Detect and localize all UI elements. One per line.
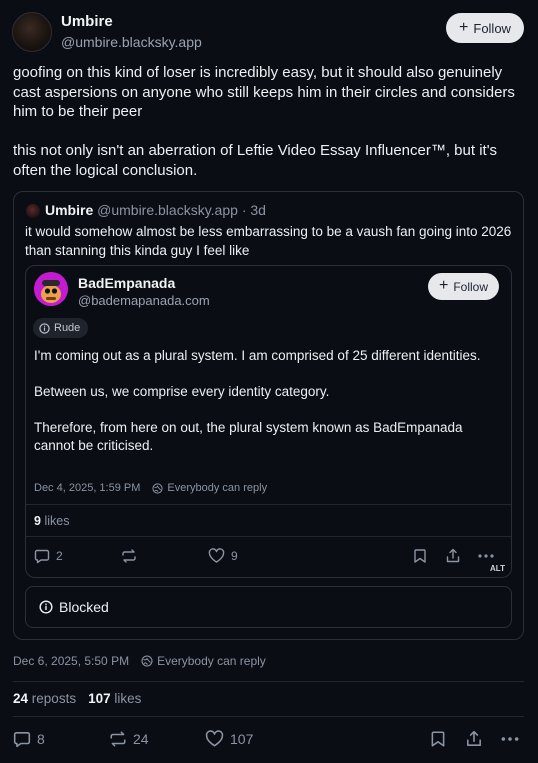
- reply-button[interactable]: 8: [13, 730, 45, 748]
- more-icon: [478, 554, 494, 558]
- reply-count: 8: [37, 731, 45, 747]
- embedded-like-count: 9: [231, 549, 238, 563]
- embedded-follow-label: Follow: [453, 279, 489, 294]
- divider: [26, 536, 511, 537]
- blocked-label: Blocked: [59, 599, 109, 615]
- quote-text: it would somehow almost be less embarras…: [25, 224, 516, 258]
- repost-button[interactable]: 24: [109, 730, 149, 748]
- embedded-more-button[interactable]: [477, 548, 495, 564]
- more-options-button[interactable]: [500, 730, 520, 748]
- plus-icon: +: [438, 277, 449, 294]
- likes-number: 107: [88, 691, 111, 706]
- bookmark-icon: [414, 549, 426, 563]
- more-icon: [501, 737, 519, 741]
- embedded-like-button[interactable]: 9: [208, 548, 238, 564]
- embedded-follow-button[interactable]: + Follow: [428, 273, 499, 300]
- divider: [26, 504, 511, 505]
- post-date: Dec 6, 2025, 5:50 PM: [13, 654, 130, 668]
- embedded-likes-count[interactable]: 9 likes: [34, 514, 69, 528]
- post-reply-setting[interactable]: Everybody can reply: [157, 654, 266, 668]
- embedded-post-text: I'm coming out as a plural system. I am …: [34, 348, 481, 453]
- embedded-share-button[interactable]: [445, 548, 461, 564]
- follow-button-label: Follow: [473, 20, 511, 36]
- bookmark-icon: [431, 731, 445, 747]
- quote-author-avatar: [26, 204, 40, 218]
- quote-author-handle: @umbire.blacksky.app: [97, 202, 238, 218]
- plus-icon: +: [459, 18, 469, 36]
- post-text: goofing on this kind of loser is incredi…: [13, 64, 515, 179]
- embedded-likes-label: likes: [44, 514, 70, 528]
- embedded-author-avatar[interactable]: [34, 272, 68, 306]
- embedded-author-name[interactable]: BadEmpanada: [78, 275, 175, 291]
- globe-icon: [141, 655, 153, 667]
- embedded-repost-button[interactable]: [121, 548, 137, 564]
- embedded-likes-number: 9: [34, 514, 41, 528]
- embedded-author-handle[interactable]: @bademapanada.com: [78, 293, 210, 308]
- author-handle[interactable]: @umbire.blacksky.app: [61, 34, 202, 50]
- heart-icon: [208, 548, 225, 563]
- repost-icon: [110, 731, 126, 747]
- author-avatar[interactable]: [12, 12, 52, 52]
- repost-icon: [122, 549, 136, 563]
- share-icon: [446, 548, 460, 563]
- content-label-badge[interactable]: Rude: [33, 318, 89, 338]
- quote-header: Umbire @umbire.blacksky.app · 3d: [45, 202, 266, 218]
- embedded-reply-setting[interactable]: Everybody can reply: [167, 482, 267, 494]
- globe-icon: [152, 482, 163, 494]
- reposts-count[interactable]: 24 reposts: [13, 691, 76, 706]
- post-meta: Dec 6, 2025, 5:50 PM Everybody can reply: [13, 654, 266, 668]
- quote-author-name: Umbire: [45, 202, 94, 218]
- likes-count[interactable]: 107 likes: [88, 691, 141, 706]
- repost-count: 24: [133, 731, 149, 747]
- post-counts: 24 reposts 107 likes: [13, 691, 141, 706]
- embedded-bookmark-button[interactable]: [413, 548, 427, 564]
- blocked-notice: Blocked: [25, 586, 512, 628]
- like-button[interactable]: 107: [205, 730, 253, 748]
- bookmark-button[interactable]: [430, 730, 446, 748]
- embedded-reply-count: 2: [56, 549, 63, 563]
- content-label-text: Rude: [54, 322, 81, 334]
- like-count: 107: [230, 731, 254, 747]
- author-name[interactable]: Umbire: [61, 13, 113, 30]
- reply-icon: [34, 549, 50, 564]
- share-icon: [467, 730, 481, 746]
- likes-label: likes: [114, 691, 142, 706]
- embedded-post-meta: Dec 4, 2025, 1:59 PM Everybody can reply: [34, 482, 267, 494]
- quote-age: · 3d: [241, 202, 266, 218]
- share-button[interactable]: [465, 730, 483, 748]
- cartoon-avatar-icon: [34, 272, 68, 306]
- reposts-number: 24: [13, 691, 29, 706]
- reposts-label: reposts: [31, 691, 77, 706]
- info-icon: [39, 322, 50, 334]
- reply-icon: [13, 732, 31, 748]
- embedded-post-date: Dec 4, 2025, 1:59 PM: [34, 482, 141, 494]
- divider: [13, 681, 524, 682]
- embedded-reply-button[interactable]: 2: [34, 548, 63, 564]
- info-icon: [39, 600, 53, 614]
- divider: [13, 716, 524, 717]
- alt-badge[interactable]: ALT: [490, 564, 505, 573]
- follow-button[interactable]: + Follow: [446, 13, 524, 43]
- heart-icon: [205, 730, 224, 747]
